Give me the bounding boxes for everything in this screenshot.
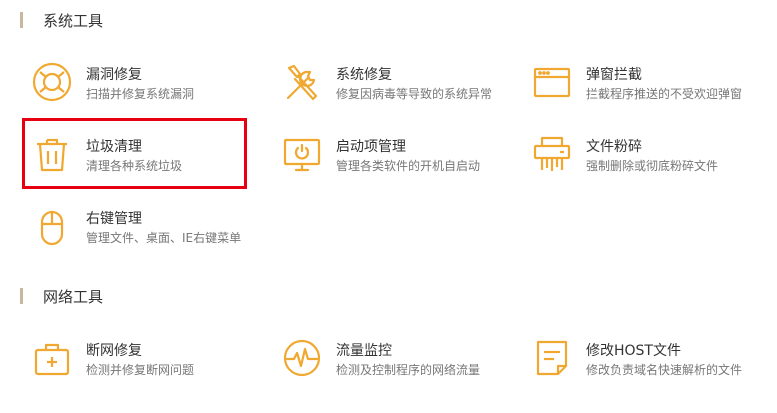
tool-title: 系统修复	[336, 67, 392, 83]
tool-desc: 检测及控制程序的网络流量	[336, 363, 481, 377]
tool-host-edit[interactable]: 修改HOST文件 修改负责域名快速解析的文件	[520, 331, 760, 387]
tool-startup-manage[interactable]: 启动项管理 管理各类软件的开机自启动	[270, 127, 510, 183]
section-header-system: 系统工具	[20, 10, 103, 30]
pulse-icon	[280, 336, 324, 380]
tool-desc: 检测并修复断网问题	[86, 363, 195, 377]
first-aid-kit-icon	[30, 336, 74, 380]
tool-title: 流量监控	[336, 343, 392, 359]
trash-icon	[30, 132, 74, 176]
tool-title: 垃圾清理	[86, 139, 142, 155]
tool-traffic-monitor[interactable]: 流量监控 检测及控制程序的网络流量	[270, 331, 510, 387]
tool-context-menu[interactable]: 右键管理 管理文件、桌面、IE右键菜单	[20, 199, 260, 255]
section-title: 网络工具	[43, 287, 104, 306]
monitor-power-icon	[280, 132, 324, 176]
tool-title: 启动项管理	[336, 139, 406, 155]
tool-desc: 清理各种系统垃圾	[86, 159, 183, 173]
shredder-icon	[530, 132, 574, 176]
mouse-icon	[30, 204, 74, 248]
tool-junk-clean[interactable]: 垃圾清理 清理各种系统垃圾	[20, 127, 260, 183]
tool-popup-block[interactable]: 弹窗拦截 拦截程序推送的不受欢迎弹窗	[520, 55, 760, 111]
tool-title: 断网修复	[86, 343, 142, 359]
tool-desc: 修复因病毒等导致的系统异常	[336, 87, 493, 101]
tool-desc: 扫描并修复系统漏洞	[86, 87, 195, 101]
tool-title: 漏洞修复	[86, 67, 142, 83]
wrench-screwdriver-icon	[280, 60, 324, 104]
tool-file-shred[interactable]: 文件粉碎 强制删除或彻底粉碎文件	[520, 127, 760, 183]
lifebuoy-icon	[30, 60, 74, 104]
section-title: 系统工具	[43, 11, 104, 30]
tool-title: 右键管理	[86, 211, 142, 227]
tool-desc: 管理文件、桌面、IE右键菜单	[86, 231, 242, 245]
tool-title: 修改HOST文件	[586, 343, 681, 359]
section-header-network: 网络工具	[20, 286, 103, 306]
tool-vuln-repair[interactable]: 漏洞修复 扫描并修复系统漏洞	[20, 55, 260, 111]
tool-desc: 拦截程序推送的不受欢迎弹窗	[586, 87, 743, 101]
tool-desc: 管理各类软件的开机自启动	[336, 159, 481, 173]
tool-desc: 修改负责域名快速解析的文件	[586, 363, 743, 377]
window-icon	[530, 60, 574, 104]
tool-system-repair[interactable]: 系统修复 修复因病毒等导致的系统异常	[270, 55, 510, 111]
section-bar	[20, 12, 23, 28]
section-bar	[20, 288, 23, 304]
tool-title: 弹窗拦截	[586, 67, 642, 83]
tool-network-repair[interactable]: 断网修复 检测并修复断网问题	[20, 331, 260, 387]
document-icon	[530, 336, 574, 380]
tool-desc: 强制删除或彻底粉碎文件	[586, 159, 719, 173]
tool-title: 文件粉碎	[586, 139, 642, 155]
